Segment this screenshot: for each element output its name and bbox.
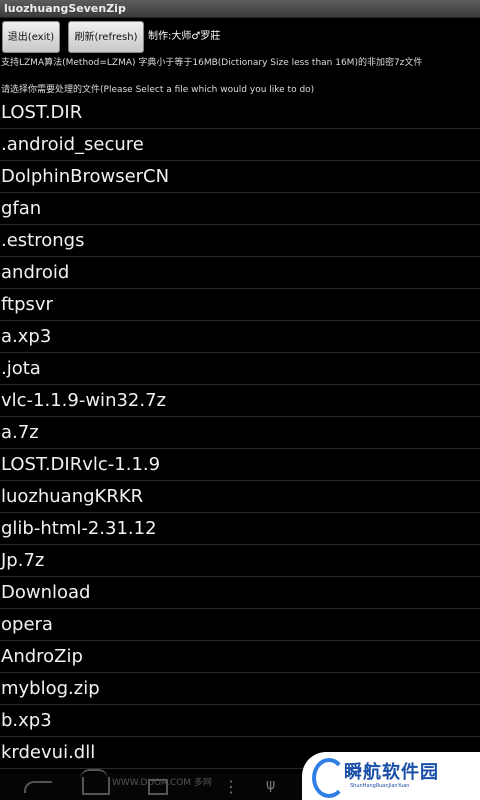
select-file-prompt: 请选择你需要处理的文件(Please Select a file which w… [1, 85, 315, 95]
file-item-lost-dir[interactable]: LOST.DIR [0, 97, 480, 129]
file-item-a-7z[interactable]: a.7z [0, 417, 480, 449]
file-item-luozhuangkrkr[interactable]: luozhuangKRKR [0, 481, 480, 513]
file-item-jp-7z[interactable]: Jp.7z [0, 545, 480, 577]
back-arrow-icon[interactable] [24, 781, 52, 793]
brand-logo: 瞬航软件园 ShunHangRuanJianYuan [302, 752, 480, 800]
app-title-bar: luozhuangSevenZip [0, 0, 480, 18]
author-label: 制作:大师♂罗莊 [148, 31, 221, 42]
file-item-glib-html[interactable]: glib-html-2.31.12 [0, 513, 480, 545]
file-item-androzip[interactable]: AndroZip [0, 641, 480, 673]
file-item-lost-dirvlc[interactable]: LOST.DIRvlc-1.1.9 [0, 449, 480, 481]
file-item-estrongs[interactable]: .estrongs [0, 225, 480, 257]
site-watermark: WWW.DUOA.COM 多网 [112, 778, 212, 788]
file-item-myblog-zip[interactable]: myblog.zip [0, 673, 480, 705]
file-item-android-secure[interactable]: .android_secure [0, 129, 480, 161]
usb-icon: ψ [266, 777, 276, 793]
menu-dots-icon[interactable]: ⋮ [223, 779, 239, 795]
refresh-button[interactable]: 刷新(refresh) [68, 21, 144, 53]
toolbar: 退出(exit) 刷新(refresh) 制作:大师♂罗莊 [0, 19, 480, 55]
file-item-ftpsvr[interactable]: ftpsvr [0, 289, 480, 321]
file-item-a-xp3[interactable]: a.xp3 [0, 321, 480, 353]
logo-swoosh-icon [312, 758, 346, 798]
file-item-download[interactable]: Download [0, 577, 480, 609]
file-item-android[interactable]: android [0, 257, 480, 289]
file-item-dolphinbrowsercn[interactable]: DolphinBrowserCN [0, 161, 480, 193]
file-item-gfan[interactable]: gfan [0, 193, 480, 225]
exit-button[interactable]: 退出(exit) [2, 21, 60, 53]
file-item-opera[interactable]: opera [0, 609, 480, 641]
logo-subtext: ShunHangRuanJianYuan [350, 783, 410, 789]
file-list: LOST.DIR .android_secure DolphinBrowserC… [0, 97, 480, 773]
support-info-text: 支持LZMA算法(Method=LZMA) 字典小于等于16MB(Diction… [1, 58, 423, 68]
home-icon[interactable] [80, 769, 110, 795]
app-title: luozhuangSevenZip [4, 2, 126, 15]
file-item-jota[interactable]: .jota [0, 353, 480, 385]
logo-text: 瞬航软件园 [344, 762, 439, 783]
file-item-b-xp3[interactable]: b.xp3 [0, 705, 480, 737]
file-item-vlc-7z[interactable]: vlc-1.1.9-win32.7z [0, 385, 480, 417]
